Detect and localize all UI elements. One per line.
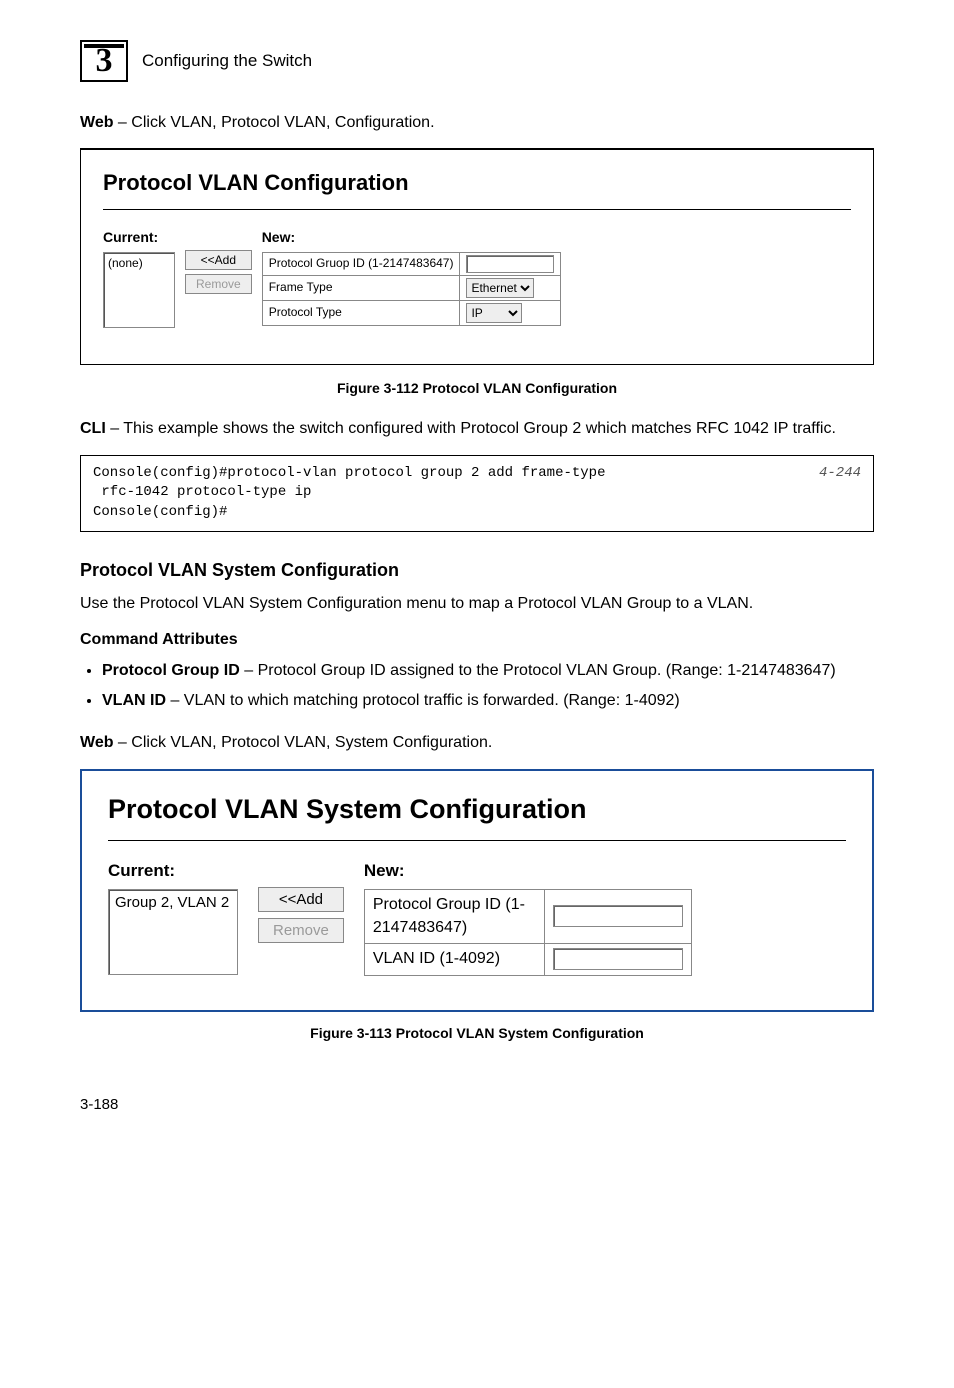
- current-list-item: Group 2, VLAN 2: [115, 894, 229, 911]
- label-group-id: Protocol Group ID (1-2147483647): [364, 890, 544, 944]
- figure-protocol-vlan-config: Protocol VLAN Configuration Current: (no…: [80, 148, 874, 364]
- panel-title: Protocol VLAN System Configuration: [108, 791, 846, 829]
- cell-group-id-input: [460, 252, 561, 275]
- new-form-table: Protocol Group ID (1-2147483647) VLAN ID…: [364, 889, 692, 976]
- attr-text: – VLAN to which matching protocol traffi…: [166, 692, 680, 709]
- web-text: – Click VLAN, Protocol VLAN, System Conf…: [113, 734, 492, 751]
- add-button[interactable]: <<Add: [185, 250, 252, 270]
- web-prefix: Web: [80, 734, 113, 751]
- cli-box: Console(config)#protocol-vlan protocol g…: [80, 455, 874, 532]
- cli-intro-text: – This example shows the switch configur…: [106, 420, 836, 437]
- attr-vlan-id: VLAN ID – VLAN to which matching protoco…: [102, 690, 874, 712]
- vlan-id-input[interactable]: [553, 948, 683, 970]
- attr-label: Protocol Group ID: [102, 662, 240, 679]
- figure-caption-1: Figure 3-112 Protocol VLAN Configuration: [80, 379, 874, 399]
- figure-protocol-vlan-system-config: Protocol VLAN System Configuration Curre…: [80, 769, 874, 1012]
- cell-protocol-type-select: IP: [460, 300, 561, 325]
- panel-title: Protocol VLAN Configuration: [103, 168, 851, 199]
- label-group-id: Protocol Gruop ID (1-2147483647): [262, 252, 460, 275]
- cli-page-ref: 4-244: [819, 464, 861, 523]
- current-label: Current:: [108, 859, 238, 883]
- attr-text: – Protocol Group ID assigned to the Prot…: [240, 662, 836, 679]
- remove-button[interactable]: Remove: [258, 918, 344, 943]
- web-instruction-1: Web – Click VLAN, Protocol VLAN, Configu…: [80, 112, 874, 134]
- page-number: 3-188: [80, 1094, 874, 1115]
- chapter-number: 3: [96, 44, 113, 78]
- row-vlan-id: VLAN ID (1-4092): [364, 944, 691, 976]
- web-prefix: Web: [80, 114, 113, 131]
- frame-type-select[interactable]: Ethernet: [466, 278, 534, 298]
- add-button[interactable]: <<Add: [258, 887, 344, 912]
- panel-body: Current: (none) <<Add Remove New: Protoc…: [103, 228, 851, 328]
- web-instruction-2: Web – Click VLAN, Protocol VLAN, System …: [80, 732, 874, 754]
- current-listbox[interactable]: (none): [103, 252, 175, 328]
- label-frame-type: Frame Type: [262, 275, 460, 300]
- button-stack: <<Add Remove: [258, 887, 344, 943]
- new-label: New:: [262, 228, 562, 248]
- new-column: New: Protocol Group ID (1-2147483647) VL…: [364, 859, 692, 975]
- current-column: Current: (none): [103, 228, 175, 328]
- section-heading: Protocol VLAN System Configuration: [80, 558, 874, 583]
- figure-caption-2: Figure 3-113 Protocol VLAN System Config…: [80, 1024, 874, 1044]
- current-column: Current: Group 2, VLAN 2: [108, 859, 238, 975]
- current-listbox[interactable]: Group 2, VLAN 2: [108, 889, 238, 975]
- group-id-input[interactable]: [466, 255, 554, 273]
- cli-lines: Console(config)#protocol-vlan protocol g…: [93, 464, 605, 523]
- row-group-id: Protocol Gruop ID (1-2147483647): [262, 252, 561, 275]
- command-attributes-list: Protocol Group ID – Protocol Group ID as…: [80, 660, 874, 713]
- command-attributes-heading: Command Attributes: [80, 629, 874, 651]
- attr-protocol-group-id: Protocol Group ID – Protocol Group ID as…: [102, 660, 874, 682]
- row-protocol-type: Protocol Type IP: [262, 300, 561, 325]
- current-list-item: (none): [108, 256, 143, 270]
- row-frame-type: Frame Type Ethernet: [262, 275, 561, 300]
- new-column: New: Protocol Gruop ID (1-2147483647) Fr…: [262, 228, 562, 326]
- panel-body: Current: Group 2, VLAN 2 <<Add Remove Ne…: [108, 859, 846, 975]
- panel-divider: [108, 840, 846, 841]
- web-text: – Click VLAN, Protocol VLAN, Configurati…: [113, 114, 434, 131]
- new-label: New:: [364, 859, 692, 883]
- current-label: Current:: [103, 228, 175, 248]
- cell-frame-type-select: Ethernet: [460, 275, 561, 300]
- button-stack: <<Add Remove: [185, 250, 252, 294]
- cli-prefix: CLI: [80, 420, 106, 437]
- label-protocol-type: Protocol Type: [262, 300, 460, 325]
- group-id-input[interactable]: [553, 905, 683, 927]
- chapter-badge: 3: [80, 40, 128, 82]
- protocol-type-select[interactable]: IP: [466, 303, 522, 323]
- row-group-id: Protocol Group ID (1-2147483647): [364, 890, 691, 944]
- cell-vlan-id-input: [544, 944, 691, 976]
- remove-button[interactable]: Remove: [185, 274, 252, 294]
- page-header: 3 Configuring the Switch: [80, 40, 874, 82]
- cell-group-id-input: [544, 890, 691, 944]
- section-description: Use the Protocol VLAN System Configurati…: [80, 593, 874, 615]
- cli-intro: CLI – This example shows the switch conf…: [80, 418, 874, 440]
- label-vlan-id: VLAN ID (1-4092): [364, 944, 544, 976]
- panel-divider: [103, 209, 851, 210]
- attr-label: VLAN ID: [102, 692, 166, 709]
- chapter-title: Configuring the Switch: [142, 49, 312, 73]
- new-form-table: Protocol Gruop ID (1-2147483647) Frame T…: [262, 252, 562, 326]
